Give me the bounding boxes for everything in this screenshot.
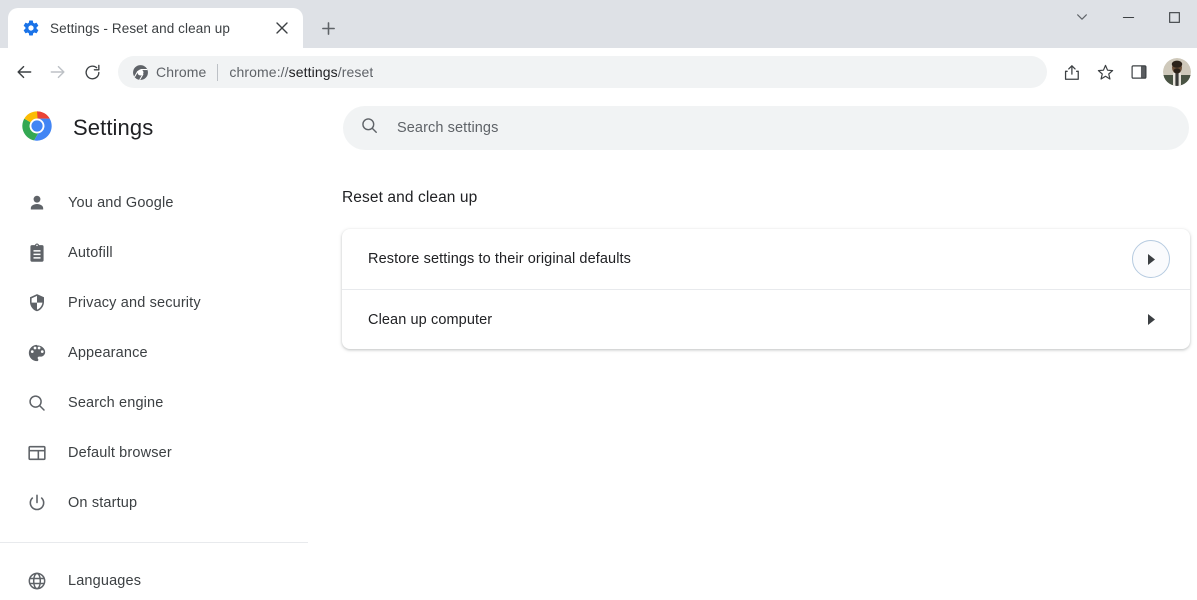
toolbar-actions — [1055, 56, 1191, 88]
side-panel-button[interactable] — [1123, 56, 1155, 88]
chevron-right-icon[interactable] — [1132, 240, 1170, 278]
sidebar-item-label: Default browser — [68, 445, 172, 461]
url-host: settings — [289, 64, 338, 80]
window-controls — [1059, 0, 1197, 34]
row-label: Restore settings to their original defau… — [368, 251, 1132, 267]
settings-sidebar: You and Google Autofill — [0, 160, 308, 600]
power-icon — [26, 493, 47, 514]
person-icon — [26, 193, 47, 214]
minimize-icon — [1122, 11, 1135, 24]
browser-toolbar: Chrome chrome://settings/reset — [0, 48, 1197, 96]
avatar[interactable] — [1163, 58, 1191, 86]
sidebar-item-label: On startup — [68, 495, 137, 511]
sidebar-item-autofill[interactable]: Autofill — [0, 228, 308, 278]
sidebar-divider — [0, 542, 308, 543]
palette-icon — [26, 343, 47, 364]
sidebar-item-on-startup[interactable]: On startup — [0, 478, 308, 528]
forward-button — [42, 56, 74, 88]
close-icon[interactable] — [271, 17, 293, 39]
clipboard-icon — [26, 243, 47, 264]
arrow-left-icon — [14, 62, 34, 82]
omnibox-separator — [217, 64, 218, 81]
page-title: Settings — [73, 115, 153, 141]
browser-tab[interactable]: Settings - Reset and clean up — [8, 8, 303, 48]
arrow-right-icon — [48, 62, 68, 82]
bookmark-button[interactable] — [1089, 56, 1121, 88]
sidebar-item-label: You and Google — [68, 195, 174, 211]
maximize-button[interactable] — [1151, 0, 1197, 34]
chevron-down-icon — [1075, 10, 1089, 24]
search-icon — [26, 393, 47, 414]
maximize-icon — [1168, 11, 1181, 24]
new-tab-button[interactable] — [313, 13, 343, 43]
row-clean-up-computer[interactable]: Clean up computer — [342, 289, 1190, 349]
avatar-image — [1163, 58, 1191, 86]
sidebar-item-label: Search engine — [68, 395, 163, 411]
reset-card: Restore settings to their original defau… — [342, 229, 1190, 349]
search-settings-box[interactable]: Search settings — [343, 106, 1189, 150]
sidebar-item-search-engine[interactable]: Search engine — [0, 378, 308, 428]
reload-icon — [83, 63, 102, 82]
shield-icon — [26, 293, 47, 314]
sidebar-item-label: Privacy and security — [68, 295, 201, 311]
browser-window: Settings - Reset and clean up — [0, 0, 1197, 600]
settings-page: Settings Search settings — [0, 96, 1197, 600]
row-restore-settings[interactable]: Restore settings to their original defau… — [342, 229, 1190, 289]
chrome-icon — [132, 64, 149, 81]
plus-icon — [321, 21, 336, 36]
address-bar[interactable]: Chrome chrome://settings/reset — [118, 56, 1047, 88]
sidebar-item-label: Autofill — [68, 245, 113, 261]
omnibox-chip-label: Chrome — [156, 64, 206, 80]
share-icon — [1062, 63, 1081, 82]
settings-body: You and Google Autofill — [0, 160, 1197, 600]
omnibox-chip: Chrome — [132, 64, 206, 81]
sidebar-item-default-browser[interactable]: Default browser — [0, 428, 308, 478]
side-panel-icon — [1130, 63, 1148, 81]
url-scheme: chrome:// — [229, 64, 288, 80]
tab-search-button[interactable] — [1059, 0, 1105, 34]
minimize-button[interactable] — [1105, 0, 1151, 34]
sidebar-item-privacy-and-security[interactable]: Privacy and security — [0, 278, 308, 328]
settings-content: Reset and clean up Restore settings to t… — [308, 160, 1197, 600]
tab-strip: Settings - Reset and clean up — [0, 0, 1197, 48]
browser-icon — [26, 443, 47, 464]
chevron-right-icon[interactable] — [1132, 301, 1170, 339]
settings-header: Settings Search settings — [0, 96, 1197, 160]
chrome-logo-icon — [21, 110, 53, 147]
sidebar-item-you-and-google[interactable]: You and Google — [0, 178, 308, 228]
sidebar-item-label: Appearance — [68, 345, 148, 361]
url-path: /reset — [338, 64, 374, 80]
search-icon — [360, 116, 379, 140]
omnibox-url: chrome://settings/reset — [229, 64, 373, 80]
sidebar-item-appearance[interactable]: Appearance — [0, 328, 308, 378]
gear-icon — [22, 19, 40, 37]
sidebar-item-languages[interactable]: Languages — [0, 556, 308, 600]
row-label: Clean up computer — [368, 312, 1132, 328]
globe-icon — [26, 571, 47, 592]
reload-button[interactable] — [76, 56, 108, 88]
star-icon — [1096, 63, 1115, 82]
search-input[interactable]: Search settings — [397, 120, 498, 136]
section-title: Reset and clean up — [342, 189, 1190, 207]
settings-brand: Settings — [0, 110, 308, 147]
back-button[interactable] — [8, 56, 40, 88]
sidebar-item-label: Languages — [68, 573, 141, 589]
share-button[interactable] — [1055, 56, 1087, 88]
tab-title: Settings - Reset and clean up — [50, 21, 261, 36]
